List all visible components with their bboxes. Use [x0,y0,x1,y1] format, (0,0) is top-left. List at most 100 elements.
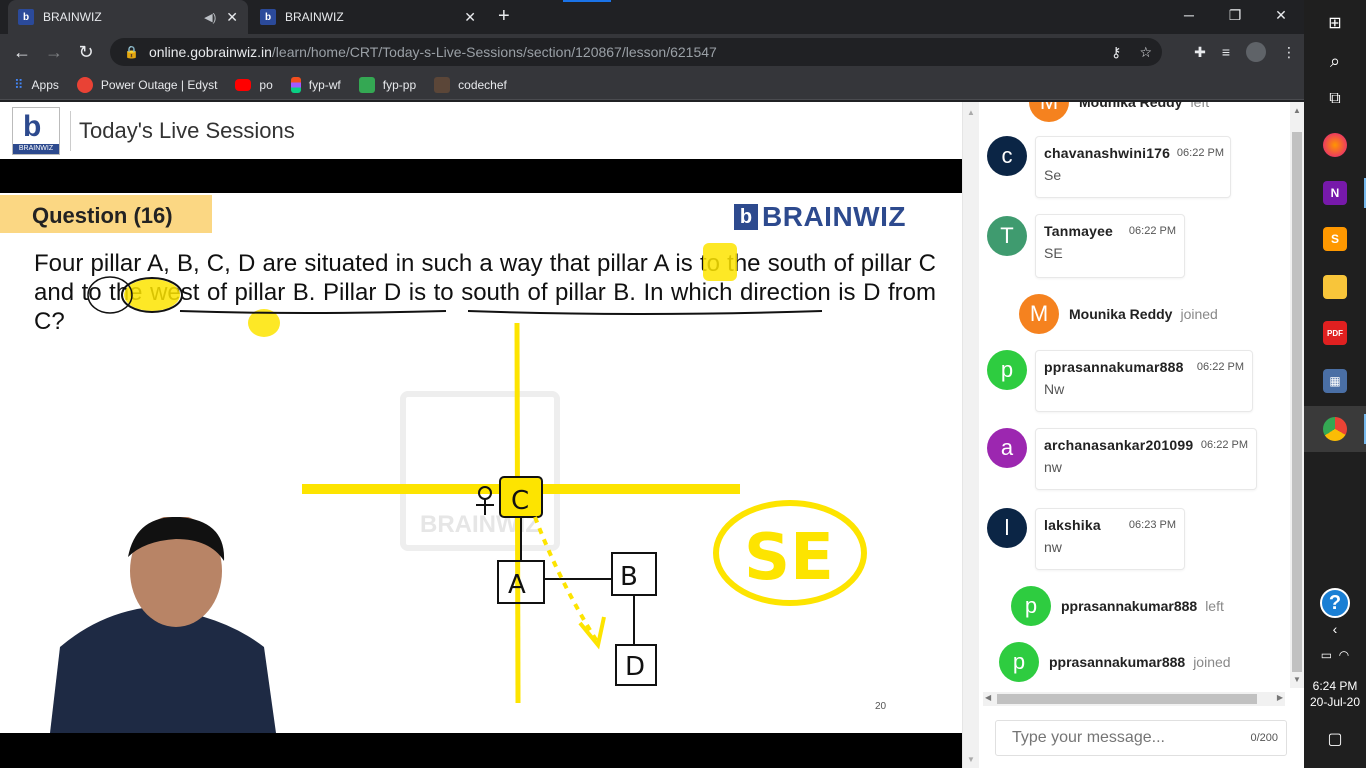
codechef-icon [434,76,451,93]
chat-message-input[interactable] [996,721,1226,755]
avatar: p [1011,586,1051,626]
logo-label: BRAINWIZ [13,143,59,154]
avatar: p [987,350,1027,390]
close-window-button[interactable]: ✕ [1258,0,1304,30]
media-controls-icon[interactable]: ≡ [1222,44,1230,60]
extensions-icon[interactable]: ✚ [1194,44,1206,61]
scroll-right-arrow-icon[interactable]: ▶ [1277,693,1283,702]
apps-grid-icon: ⠿ [14,76,24,92]
chat-message: lakshika 06:23 PM nw [1035,508,1185,570]
avatar: M [1019,294,1059,334]
new-tab-button[interactable]: + [498,5,510,28]
chat-message: pprasannakumar888 06:22 PM Nw [1035,350,1253,412]
chrome-icon [1323,417,1347,441]
scroll-down-arrow-icon[interactable]: ▼ [1293,675,1301,684]
event-user-name: pprasannakumar888 [1049,654,1186,670]
address-bar[interactable]: 🔒 online.gobrainwiz.in/learn/home/CRT/To… [110,38,1162,66]
bookmark-star-icon[interactable]: ☆ [1139,44,1152,61]
bookmark-codechef[interactable]: codechef [434,76,507,93]
avatar: M [1029,102,1069,122]
scroll-down-arrow-icon[interactable]: ▼ [967,755,975,764]
avatar: p [999,642,1039,682]
chat-vertical-scrollbar[interactable]: ▲ ▼ [1290,102,1304,688]
brainwiz-logo[interactable]: b BRAINWIZ [12,106,60,155]
taskbar-file-explorer[interactable] [1304,264,1366,310]
underline-1 [179,310,447,314]
scroll-up-arrow-icon[interactable]: ▲ [1293,106,1301,115]
video-player[interactable]: Question (16) b BRAINWIZ BRAINWIZ Four p… [0,159,962,768]
event-action: left [1190,102,1210,110]
task-view-button[interactable]: ⧉ [1304,76,1366,122]
chat-event: p pprasannakumar888 joined [999,642,1231,682]
lock-icon[interactable]: 🔒 [124,45,139,59]
window-controls: ─ ❐ ✕ [1166,0,1304,34]
firefox-icon [1323,133,1347,157]
edyst-icon [76,76,93,93]
tab-title: BRAINWIZ [43,10,102,24]
bookmark-apps[interactable]: ⠿ Apps [14,77,59,93]
chat-messages[interactable]: M Mounika Reddy left c chavanashwini176 … [979,102,1291,688]
bookmark-power-outage[interactable]: Power Outage | Edyst [76,76,217,93]
tab-brainwiz-inactive[interactable]: b BRAINWIZ ✕ [250,0,486,34]
chat-message: archanasankar201099 06:22 PM nw [1035,428,1257,490]
scroll-up-arrow-icon[interactable]: ▲ [967,108,975,117]
taskbar-calculator[interactable]: ▦ [1304,358,1366,404]
bookmark-po[interactable]: po [235,78,273,92]
tab-brainwiz-active[interactable]: b BRAINWIZ ◀) ✕ [8,0,248,34]
taskbar-chrome[interactable] [1304,406,1366,452]
minimize-button[interactable]: ─ [1166,0,1212,30]
chat-horizontal-scrollbar[interactable]: ◀ ▶ [983,692,1285,706]
browser-window: b BRAINWIZ ◀) ✕ b BRAINWIZ ✕ + ─ ❐ ✕ ← →… [0,0,1304,768]
reload-button[interactable]: ↻ [70,42,102,63]
tab-title: BRAINWIZ [285,10,344,24]
message-time: 06:22 PM [1196,361,1244,373]
message-text: nw [1044,539,1062,555]
page-title: Today's Live Sessions [70,110,295,151]
key-icon[interactable]: ⚷ [1111,44,1121,61]
close-tab-icon[interactable]: ✕ [464,9,476,26]
taskbar-firefox[interactable] [1304,122,1366,168]
bookmarks-bar: ⠿ Apps Power Outage | Edyst po fyp-wf fy… [0,70,1304,100]
youtube-icon [235,78,252,91]
chat-event: M Mounika Reddy left [1029,102,1209,122]
back-button[interactable]: ← [6,42,38,63]
bookmark-fyp-pp[interactable]: fyp-pp [358,76,416,93]
search-icon: ⌕ [1329,50,1341,71]
underline-2 [467,310,823,315]
chat-left-scrollbar[interactable]: ▲ ▼ [963,102,979,768]
taskbar-pdf-reader[interactable]: PDF [1304,310,1366,356]
taskbar-sublime[interactable]: S [1304,216,1366,262]
browser-menu-icon[interactable]: ⋮ [1282,44,1296,61]
task-view-icon: ⧉ [1329,90,1341,107]
clock-date: 20-Jul-20 [1309,695,1361,709]
profile-avatar[interactable] [1246,42,1266,62]
brainwiz-favicon-icon: b [18,9,34,25]
system-tray[interactable]: ▭ ◠ [1304,632,1366,678]
bookmark-fyp-wf[interactable]: fyp-wf [290,76,341,93]
scrollbar-thumb[interactable] [1292,132,1302,672]
avatar: c [987,136,1027,176]
page-content: b BRAINWIZ Today's Live Sessions Questio… [0,102,1304,768]
event-action: joined [1193,654,1231,670]
event-user-name: Mounika Reddy [1079,102,1183,110]
lecture-slide: Question (16) b BRAINWIZ BRAINWIZ Four p… [0,193,962,733]
event-user-name: Mounika Reddy [1069,306,1173,322]
message-time: 06:22 PM [1176,147,1224,159]
calculator-icon: ▦ [1323,369,1347,393]
chat-input-box: 0/200 [995,720,1287,756]
scroll-left-arrow-icon[interactable]: ◀ [985,693,991,702]
action-center-button[interactable]: ▢ [1304,716,1366,762]
restore-button[interactable]: ❐ [1212,0,1258,30]
taskbar-clock[interactable]: 6:24 PM 20-Jul-20 [1304,678,1366,710]
bookmark-label: codechef [458,77,507,92]
audio-playing-icon[interactable]: ◀) [204,11,216,24]
page-header: b BRAINWIZ Today's Live Sessions [0,102,962,159]
forward-button[interactable]: → [38,42,70,63]
bookmark-label: fyp-wf [308,77,341,92]
chat-panel: ▲ ▼ M Mounika Reddy left c chavanashwini… [962,102,1304,768]
chat-message: Tanmayee 06:22 PM SE [1035,214,1185,278]
windows-logo-icon: ⊞ [1328,15,1342,32]
close-tab-icon[interactable]: ✕ [226,9,238,26]
scrollbar-thumb[interactable] [997,694,1257,704]
taskbar-onenote[interactable]: N [1304,170,1366,216]
